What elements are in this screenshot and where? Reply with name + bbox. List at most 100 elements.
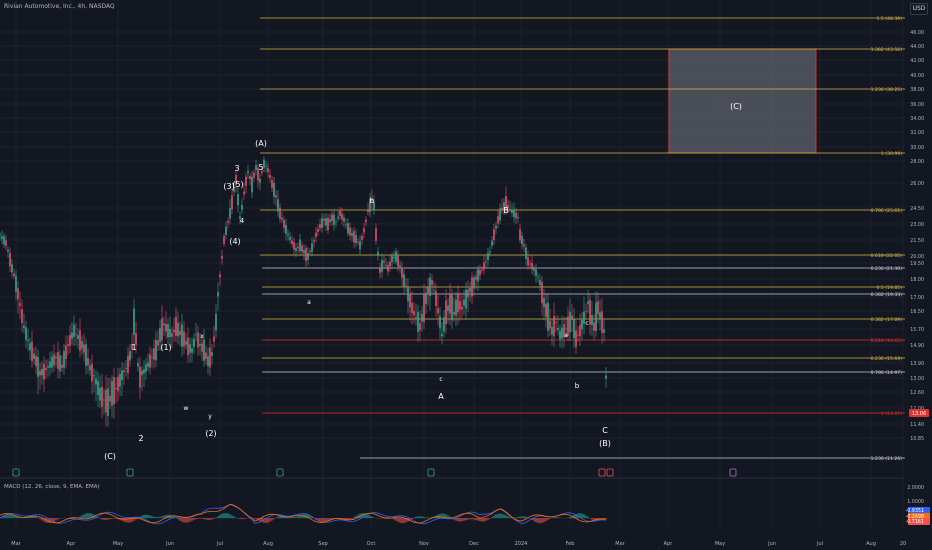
- macd-title: MACD (12, 26, close, 9, EMA, EMA): [4, 484, 100, 490]
- time-tick: Jul: [216, 541, 223, 547]
- candle-body: [153, 348, 155, 360]
- candle-body: [59, 355, 61, 371]
- wave-label: y: [208, 413, 212, 420]
- macd-histogram-bar: [485, 518, 487, 521]
- price-axis[interactable]: 46.00 44.00 42.00 40.00 38.00 36.00 34.00 32.00…: [909, 30, 929, 442]
- candle-body: [473, 277, 475, 289]
- candle-body: [287, 233, 289, 236]
- candle-body: [31, 341, 33, 362]
- candle-body: [551, 327, 553, 335]
- candle-body: [297, 246, 299, 249]
- candle-body: [145, 364, 147, 372]
- macd-histogram-bar: [243, 518, 245, 519]
- macd-histogram-bar: [147, 514, 149, 519]
- macd-histogram-bar: [181, 518, 183, 522]
- wave-label: (5): [232, 180, 243, 189]
- candle-body: [429, 277, 431, 296]
- macd-histogram-bar: [239, 518, 241, 520]
- candle-body: [383, 260, 385, 263]
- macd-histogram-bar: [401, 518, 403, 524]
- candle-body: [591, 315, 593, 325]
- candle-body: [317, 228, 319, 232]
- candle-body: [469, 287, 471, 292]
- macd-histogram-bar: [539, 518, 541, 524]
- candle-body: [51, 356, 53, 368]
- candle-body: [391, 255, 393, 263]
- macd-histogram-bar: [233, 516, 235, 519]
- macd-histogram-bar: [109, 518, 111, 520]
- candle-body: [89, 365, 91, 371]
- candle-body: [115, 388, 117, 389]
- macd-histogram-bar: [529, 518, 531, 519]
- candle-body: [409, 293, 411, 308]
- candle-body: [547, 302, 549, 331]
- fib-label: 1.382 (43.56): [871, 47, 903, 53]
- macd-histogram-bar: [273, 518, 275, 520]
- wave-label: 5: [258, 163, 263, 172]
- macd-histogram-bar: [417, 516, 419, 519]
- macd-histogram-bar: [497, 513, 499, 519]
- currency-badge[interactable]: USD: [910, 3, 928, 15]
- candle-body: [53, 354, 55, 366]
- time-axis[interactable]: Mar Apr May Jun Jul Aug Sep Oct Nov Dec 2024 Feb Mar…: [11, 541, 906, 547]
- price-tick: 21.50: [910, 238, 924, 244]
- candle-body: [323, 218, 325, 221]
- macd-histogram-bar: [555, 517, 557, 519]
- candle-body: [365, 219, 367, 223]
- time-tick: Jun: [767, 541, 776, 547]
- candle-body: [433, 289, 435, 291]
- macd-histogram-bar: [421, 516, 423, 519]
- candle-body: [419, 323, 421, 331]
- price-tick: 17.00: [910, 295, 924, 301]
- candle-body: [125, 367, 127, 369]
- candle-body: [141, 370, 143, 376]
- candle-body: [65, 345, 67, 359]
- candle-body: [247, 171, 249, 173]
- macd-pane[interactable]: 2.00001.0000-0.9351-0.2698-0.7161: [0, 485, 930, 525]
- candle-body: [517, 217, 519, 219]
- candle-body: [271, 179, 273, 188]
- candle-body: [483, 262, 485, 270]
- macd-histogram-bar: [183, 518, 185, 523]
- time-tick: Jun: [165, 541, 174, 547]
- candle-body: [513, 209, 515, 218]
- macd-histogram-bar: [81, 515, 83, 519]
- fib-label: 1 (30.99): [881, 151, 902, 157]
- candle-body: [413, 311, 415, 316]
- macd-histogram-bar: [189, 518, 191, 522]
- candle-body: [345, 223, 347, 225]
- candle-body: [165, 323, 167, 332]
- candle-body: [525, 247, 527, 259]
- candle-body: [349, 227, 351, 236]
- price-tick: 44.00: [910, 44, 924, 50]
- candle-body: [147, 362, 149, 367]
- candle-body: [205, 352, 207, 359]
- macd-histogram-bar: [203, 518, 205, 520]
- candle-body: [521, 235, 523, 245]
- candle-body: [35, 355, 37, 367]
- price-badge-text: 13.06: [912, 411, 926, 417]
- candle-body: [467, 289, 469, 298]
- candle-body: [457, 294, 459, 313]
- candle-body: [405, 285, 407, 287]
- macd-histogram-bar: [211, 518, 213, 520]
- time-tick: May: [113, 541, 123, 547]
- candle-body: [403, 274, 405, 288]
- price-tick: 36.00: [910, 102, 924, 108]
- fib-label: 0.5 (19.85): [876, 285, 902, 291]
- candle-body: [123, 370, 125, 373]
- price-chart[interactable]: (C) 1.5 (48.39) 1.382 (43.56) 1.236 (38.25…: [0, 0, 932, 550]
- price-tick: 13.00: [910, 376, 924, 382]
- candle-body: [439, 316, 441, 329]
- macd-histogram-bar: [191, 518, 193, 521]
- macd-histogram-bar: [177, 518, 179, 520]
- candle-body: [171, 333, 173, 337]
- candle-body: [557, 327, 559, 330]
- candle-body: [127, 355, 129, 373]
- candle-body: [399, 265, 401, 268]
- macd-histogram-bar: [223, 513, 225, 519]
- macd-histogram-bar: [429, 517, 431, 519]
- candle-body: [359, 241, 361, 250]
- candle-body: [293, 242, 295, 250]
- fib-label: 0.382 (17.89): [871, 317, 903, 323]
